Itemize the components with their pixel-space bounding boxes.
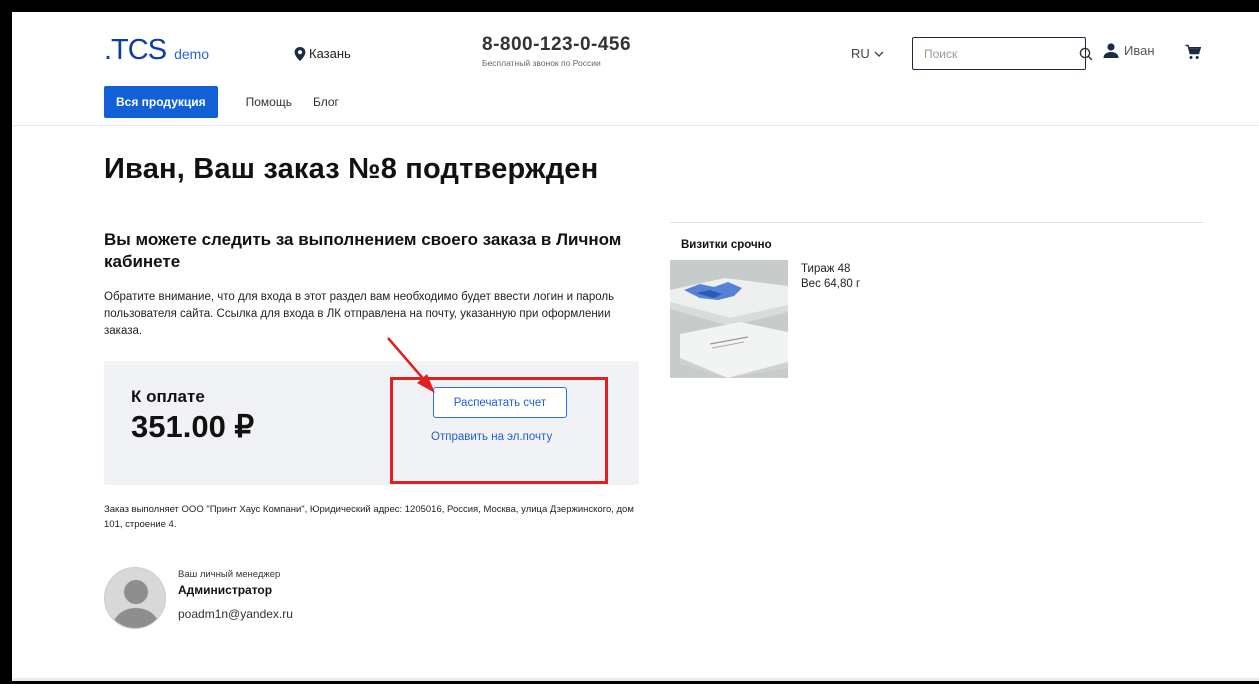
search-button[interactable]	[1079, 38, 1093, 69]
site-header: .TCS demo Казань 8-800-123-0-456 Бесплат…	[12, 12, 1259, 126]
search-icon	[1079, 47, 1093, 60]
page-footer-edge	[12, 678, 1259, 681]
nav-all-products[interactable]: Вся продукция	[104, 86, 218, 118]
cart-button[interactable]	[1185, 44, 1202, 65]
language-label: RU	[851, 46, 870, 61]
search-input[interactable]	[913, 38, 1079, 69]
nav-help[interactable]: Помощь	[246, 95, 292, 109]
avatar	[104, 567, 166, 629]
manager-email[interactable]: poadm1n@yandex.ru	[178, 607, 293, 621]
site-logo[interactable]: .TCS demo	[104, 34, 209, 67]
city-label: Казань	[309, 46, 351, 61]
phone-note: Бесплатный звонок по России	[482, 58, 601, 68]
search-box	[912, 37, 1093, 70]
user-icon	[1103, 43, 1119, 58]
manager-name: Администратор	[178, 583, 273, 597]
order-item-circulation: Тираж 48	[801, 263, 851, 275]
manager-role: Ваш личный менеджер	[178, 569, 281, 580]
page-title: Иван, Ваш заказ №8 подтвержден	[104, 153, 599, 185]
chevron-down-icon	[874, 51, 884, 57]
user-menu[interactable]: Иван	[1103, 43, 1155, 58]
order-item-title: Визитки срочно	[681, 239, 772, 251]
manager-card: Ваш личный менеджер Администратор poadm1…	[104, 567, 404, 633]
logo-sub-text: demo	[174, 46, 210, 62]
cabinet-subtitle: Вы можете следить за выполнением своего …	[104, 230, 622, 271]
phone-block: 8-800-123-0-456 Бесплатный звонок по Рос…	[482, 34, 631, 68]
payment-amount: 351.00 ₽	[131, 409, 255, 444]
page: .TCS demo Казань 8-800-123-0-456 Бесплат…	[12, 12, 1259, 681]
annotation-highlight-box	[390, 377, 608, 484]
phone-number[interactable]: 8-800-123-0-456	[482, 34, 631, 56]
nav-blog[interactable]: Блог	[313, 95, 339, 109]
login-notice: Обратите внимание, что для входа в этот …	[104, 291, 615, 337]
city-selector[interactable]: Казань	[294, 46, 351, 61]
logo-main-text: .TCS	[104, 34, 167, 66]
legal-info: Заказ выполняет ООО "Принт Хаус Компани"…	[104, 504, 634, 530]
product-image	[670, 260, 788, 378]
user-name: Иван	[1124, 43, 1155, 58]
order-item-meta: Тираж 48 Вес 64,80 г	[801, 262, 860, 292]
order-item-weight: Вес 64,80 г	[801, 278, 861, 290]
cart-icon	[1185, 44, 1202, 59]
divider	[670, 222, 1203, 223]
main-nav: Вся продукция Помощь Блог	[104, 86, 339, 118]
payment-label: К оплате	[131, 387, 205, 406]
language-selector[interactable]: RU	[851, 46, 884, 61]
location-pin-icon	[294, 46, 306, 61]
